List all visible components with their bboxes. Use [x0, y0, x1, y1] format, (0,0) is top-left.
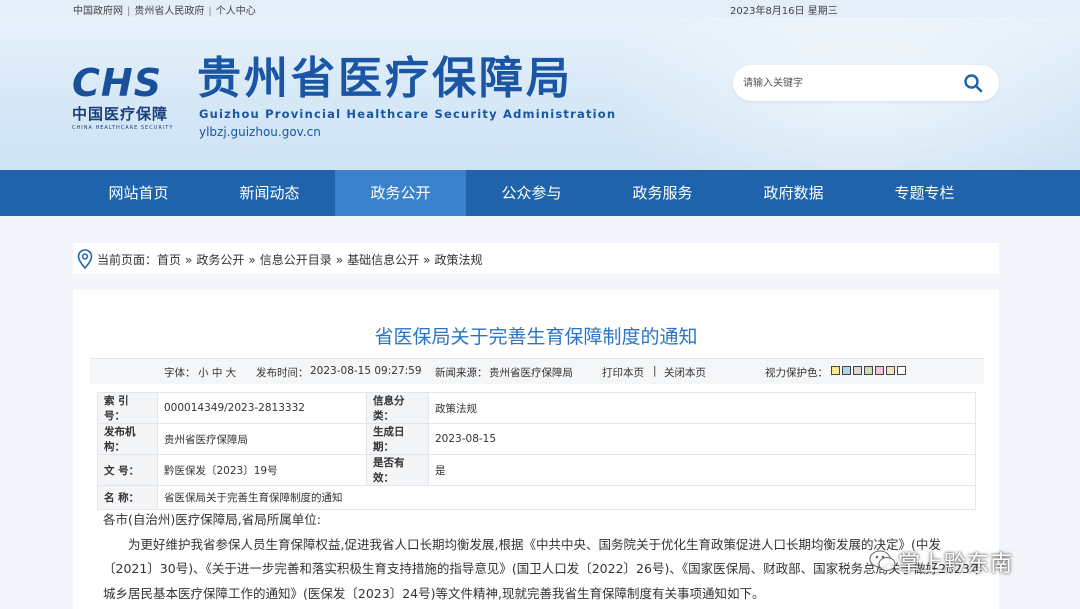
- link-gov-cn[interactable]: 中国政府网: [73, 6, 123, 17]
- category-label: 信息分类：: [366, 392, 429, 424]
- source-value: 贵州省医疗保障局: [489, 367, 573, 379]
- publish-time-label: 发布时间：: [256, 367, 309, 379]
- swatch-white[interactable]: [897, 366, 906, 375]
- swatch-yellow[interactable]: [831, 366, 840, 375]
- vision-protect-label: 视力保护色：: [765, 367, 828, 379]
- current-date: 2023年8月16日 星期三: [730, 6, 838, 17]
- valid-label: 是否有效：: [366, 454, 429, 486]
- valid-value: 是: [428, 454, 976, 486]
- breadcrumb-home[interactable]: 首页: [157, 253, 181, 267]
- source-label: 新闻来源：: [435, 367, 488, 379]
- breadcrumb: 当前页面：首页» 政务公开» 信息公开目录» 基础信息公开» 政策法规: [73, 243, 999, 274]
- search-box: [733, 65, 999, 101]
- table-row: 发布机构： 贵州省医疗保障局 生成日期： 2023-08-15: [97, 423, 976, 455]
- date-value: 2023-08-15: [428, 423, 976, 455]
- table-row: 名 称： 省医保局关于完善生育保障制度的通知: [97, 485, 976, 510]
- site-url: ylbzj.guizhou.gov.cn: [199, 125, 321, 139]
- docno-label: 文 号：: [97, 454, 158, 486]
- breadcrumb-basic-info[interactable]: 基础信息公开: [347, 253, 419, 267]
- logo-cn-text: 中国医疗保障: [72, 105, 169, 123]
- index-value: 000014349/2023-2813332: [157, 392, 367, 424]
- swatch-green[interactable]: [864, 366, 873, 375]
- swatch-pink[interactable]: [875, 366, 884, 375]
- paragraph: 为更好维护我省参保人员生育保障权益,促进我省人口长期均衡发展,根据《中共中央、国…: [103, 536, 983, 601]
- nav-item-news[interactable]: 新闻动态: [204, 170, 335, 216]
- docno-value: 黔医保发〔2023〕19号: [157, 454, 367, 486]
- category-value: 政策法规: [428, 392, 976, 424]
- breadcrumb-prefix: 当前页面：: [97, 253, 158, 267]
- salutation: 各市(自治州)医疗保障局,省局所属单位:: [103, 512, 321, 527]
- article-body: 各市(自治州)医疗保障局,省局所属单位: 为更好维护我省参保人员生育保障权益,促…: [103, 508, 983, 606]
- breadcrumb-gov-affairs[interactable]: 政务公开: [196, 253, 244, 267]
- watermark-text: 掌上黔东南: [898, 552, 1014, 577]
- date-label: 生成日期：: [366, 423, 429, 455]
- breadcrumb-info-catalog[interactable]: 信息公开目录: [260, 253, 332, 267]
- font-size-label: 字体：: [164, 367, 196, 379]
- main-nav: 网站首页 新闻动态 政务公开 公众参与 政务服务 政府数据 专题专栏: [0, 170, 1080, 216]
- search-icon[interactable]: [962, 72, 984, 94]
- article-title: 省医保局关于完善生育保障制度的通知: [374, 326, 698, 348]
- link-personal-center[interactable]: 个人中心: [216, 6, 256, 17]
- issuer-value: 贵州省医疗保障局: [157, 423, 367, 455]
- breadcrumb-policy[interactable]: 政策法规: [434, 253, 482, 267]
- location-pin-icon: [77, 249, 93, 270]
- table-row: 文 号： 黔医保发〔2023〕19号 是否有效： 是: [97, 454, 976, 486]
- nav-item-services[interactable]: 政务服务: [597, 170, 728, 216]
- print-link[interactable]: 打印本页: [602, 365, 644, 380]
- publish-time: 2023-08-15 09:27:59: [310, 365, 422, 377]
- swatch-peach[interactable]: [886, 366, 895, 375]
- site-header: CHS 中国医疗保障 CHINA HEALTHCARE SECURITY 贵州省…: [0, 17, 1080, 170]
- nav-item-data[interactable]: 政府数据: [728, 170, 859, 216]
- vision-color-swatches: [831, 365, 908, 377]
- nav-item-gov-affairs[interactable]: 政务公开: [335, 170, 466, 216]
- index-label: 索 引 号：: [97, 392, 158, 424]
- chs-logo[interactable]: CHS 中国医疗保障 CHINA HEALTHCARE SECURITY: [72, 61, 182, 131]
- document-info-table: 索 引 号： 000014349/2023-2813332 信息分类： 政策法规…: [97, 392, 976, 510]
- article-meta-bar: 字体： 小 中 大 发布时间： 2023-08-15 09:27:59 新闻来源…: [90, 358, 984, 384]
- name-value: 省医保局关于完善生育保障制度的通知: [157, 485, 976, 510]
- issuer-label: 发布机构：: [97, 423, 158, 455]
- nav-item-public[interactable]: 公众参与: [466, 170, 597, 216]
- name-label: 名 称：: [97, 485, 158, 510]
- close-link[interactable]: 关闭本页: [664, 365, 706, 380]
- top-links: 中国政府网 | 贵州省人民政府 | 个人中心: [73, 6, 256, 17]
- table-row: 索 引 号： 000014349/2023-2813332 信息分类： 政策法规: [97, 392, 976, 424]
- link-guizhou-gov[interactable]: 贵州省人民政府: [134, 6, 204, 17]
- top-utility-bar: 中国政府网 | 贵州省人民政府 | 个人中心 2023年8月16日 星期三: [0, 0, 1080, 17]
- search-input[interactable]: [743, 74, 953, 92]
- article-panel: 省医保局关于完善生育保障制度的通知 字体： 小 中 大 发布时间： 2023-0…: [73, 290, 999, 609]
- site-title: 贵州省医疗保障局: [197, 53, 573, 104]
- wechat-watermark: 掌上黔东南: [868, 544, 1058, 578]
- logo-mark: CHS: [72, 61, 163, 105]
- nav-item-topics[interactable]: 专题专栏: [859, 170, 990, 216]
- logo-en-text: CHINA HEALTHCARE SECURITY: [72, 125, 174, 131]
- font-size-options[interactable]: 小 中 大: [198, 365, 236, 380]
- swatch-gray[interactable]: [853, 366, 862, 375]
- swatch-blue[interactable]: [842, 366, 851, 375]
- site-title-en: Guizhou Provincial Healthcare Security A…: [199, 107, 617, 121]
- nav-item-home[interactable]: 网站首页: [73, 170, 204, 216]
- chat-bubble-icon: [868, 548, 898, 574]
